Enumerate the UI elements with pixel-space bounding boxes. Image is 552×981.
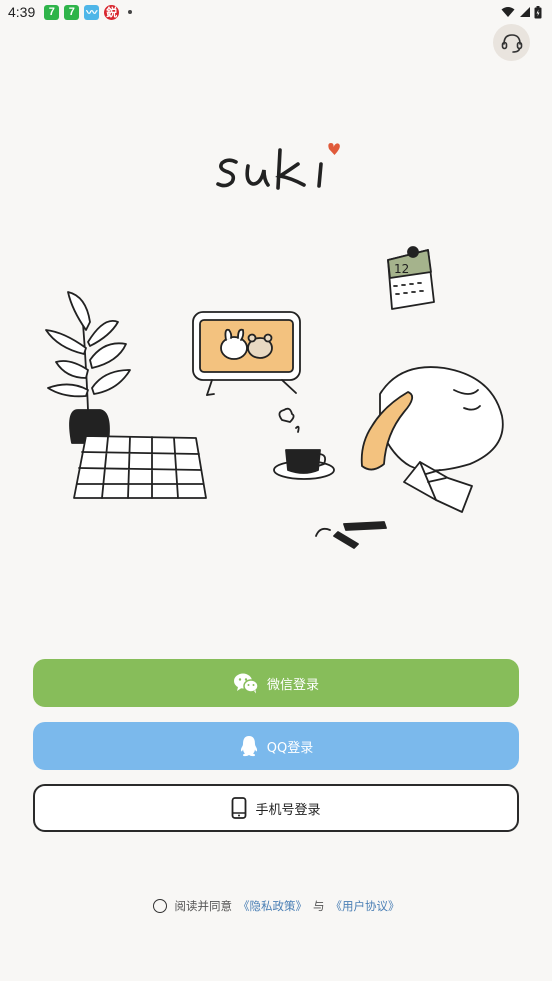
agreement-checkbox[interactable] bbox=[152, 899, 167, 913]
qq-penguin-icon bbox=[239, 735, 259, 757]
notification-dot-icon bbox=[128, 10, 133, 14]
plant-icon bbox=[45, 291, 131, 444]
calendar-icon: 12 bbox=[387, 246, 435, 310]
privacy-policy-link[interactable]: 《隐私政策》 bbox=[238, 898, 307, 914]
status-left: 4:39 7 7 〰 鋭 bbox=[8, 4, 133, 20]
qq-login-label: QQ登录 bbox=[266, 740, 314, 756]
qq-login-button[interactable]: QQ登录 bbox=[33, 722, 519, 770]
phone-login-button[interactable]: 手机号登录 bbox=[33, 784, 519, 832]
beanbag-icon bbox=[360, 366, 504, 472]
suki-logo bbox=[216, 143, 340, 190]
agreement-and: 与 bbox=[313, 899, 325, 913]
pens-icon bbox=[315, 521, 387, 549]
battery-icon bbox=[534, 5, 542, 18]
status-bar: 4:39 7 7 〰 鋭 bbox=[0, 0, 552, 24]
rug-icon bbox=[73, 435, 207, 499]
phone-login-label: 手机号登录 bbox=[255, 802, 321, 818]
wifi-icon bbox=[501, 7, 515, 17]
mobile-phone-icon bbox=[231, 797, 247, 819]
user-agreement-link[interactable]: 《用户协议》 bbox=[331, 898, 400, 914]
app-7-icon: 7 bbox=[44, 4, 60, 20]
agreement-prefix: 阅读并同意 bbox=[174, 899, 233, 913]
cozy-room-illustration: 12 bbox=[45, 246, 504, 549]
customer-service-button[interactable] bbox=[493, 24, 530, 61]
status-right bbox=[501, 5, 542, 19]
tv-icon bbox=[192, 311, 301, 396]
signal-icon bbox=[520, 7, 530, 17]
agreement-row: 阅读并同意 《隐私政策》 与 《用户协议》 bbox=[0, 898, 552, 914]
app-seal-icon: 鋭 bbox=[104, 4, 120, 20]
status-time: 4:39 bbox=[8, 4, 36, 20]
app-wave-icon: 〰 bbox=[84, 4, 100, 20]
headset-icon bbox=[501, 33, 522, 53]
svg-text:12: 12 bbox=[394, 262, 409, 276]
wechat-login-label: 微信登录 bbox=[266, 677, 319, 693]
wechat-login-button[interactable]: 微信登录 bbox=[33, 659, 519, 707]
coffee-cup-icon bbox=[273, 407, 335, 480]
wechat-icon bbox=[233, 672, 259, 694]
app-7-icon: 7 bbox=[64, 4, 80, 20]
